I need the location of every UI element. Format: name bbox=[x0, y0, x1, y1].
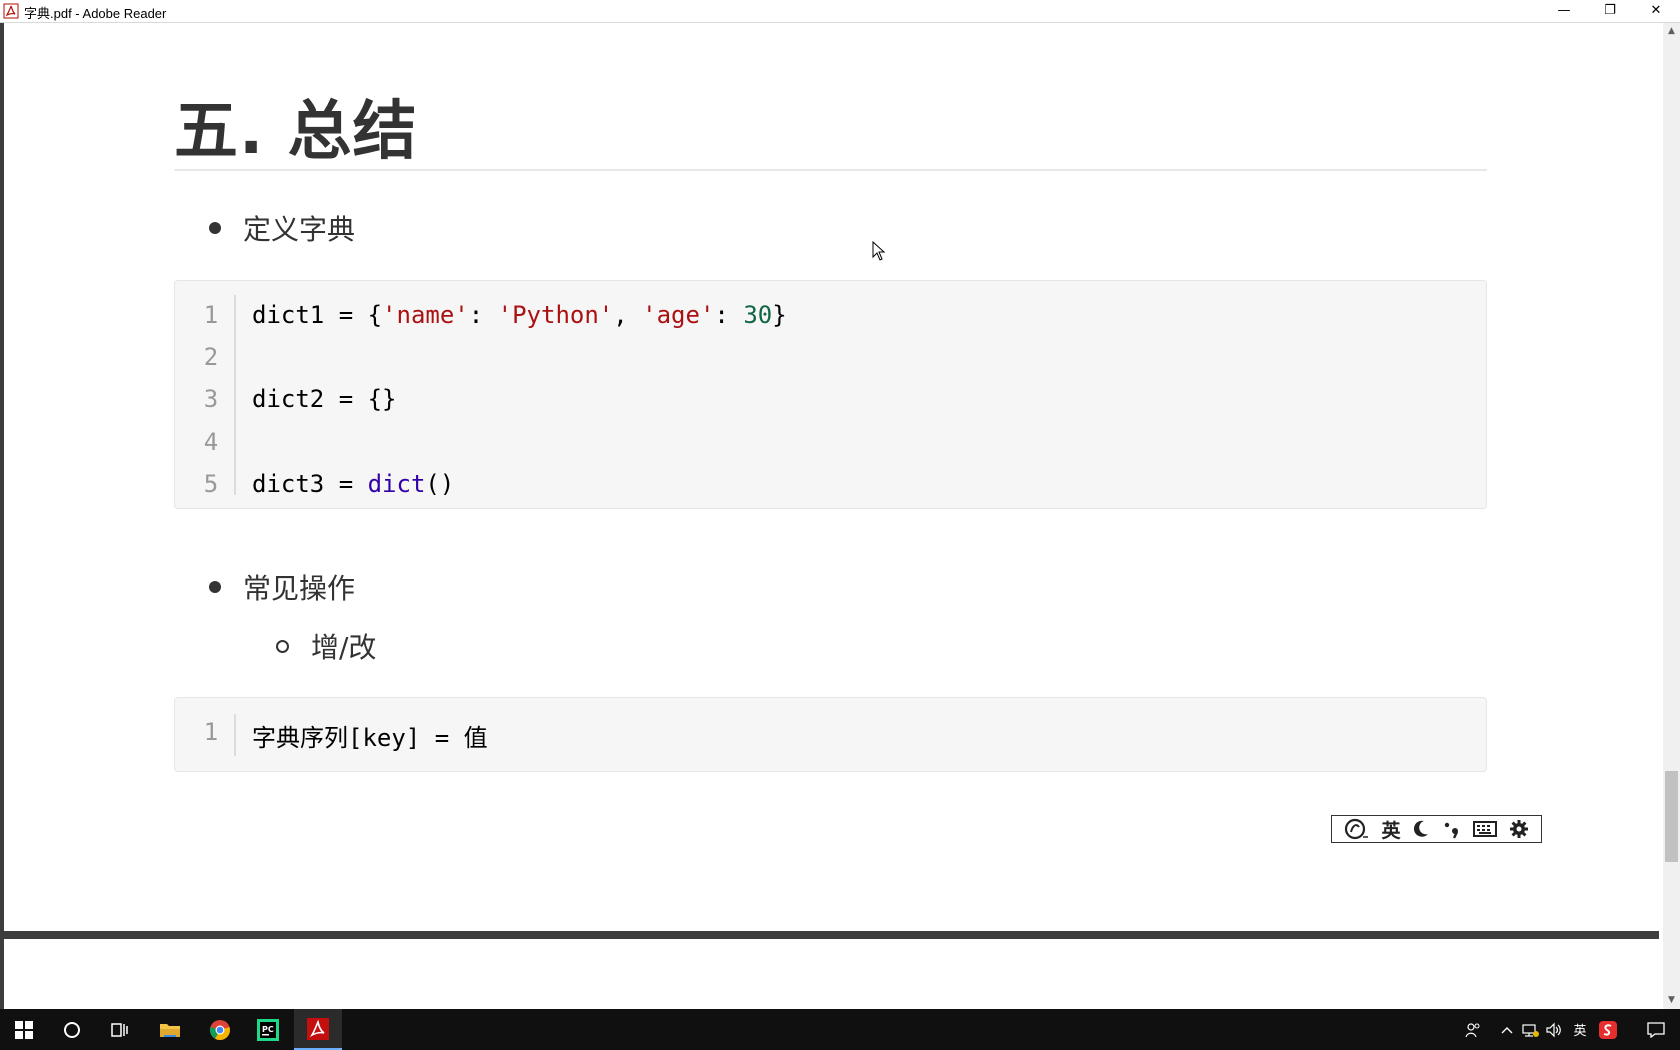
notification-button[interactable] bbox=[1636, 1009, 1676, 1050]
code-line: dict1 = {'name': 'Python', 'age': 30} bbox=[252, 301, 787, 329]
heading-divider bbox=[174, 169, 1487, 171]
line-number: 1 bbox=[203, 718, 219, 746]
vertical-scrollbar[interactable]: ▲ ▼ bbox=[1663, 23, 1680, 1009]
list-item: 常见操作 bbox=[209, 567, 355, 607]
bullet-text: 定义字典 bbox=[243, 213, 356, 246]
ime-mode-toggle[interactable]: 英 bbox=[1381, 816, 1400, 843]
code-token: , bbox=[613, 301, 643, 329]
code-string: 'age' bbox=[642, 301, 715, 329]
file-explorer-button[interactable] bbox=[146, 1009, 194, 1050]
page-heading: 五. 总结 bbox=[174, 95, 418, 169]
pycharm-button[interactable]: PC bbox=[244, 1009, 292, 1050]
line-number: 4 bbox=[203, 428, 219, 456]
start-button[interactable] bbox=[0, 1009, 48, 1050]
svg-text:PC: PC bbox=[262, 1025, 274, 1034]
scroll-down-icon[interactable]: ▼ bbox=[1663, 992, 1680, 1009]
page-separator bbox=[4, 931, 1659, 939]
code-token: : bbox=[468, 301, 498, 329]
line-number: 2 bbox=[203, 343, 219, 371]
chrome-icon bbox=[209, 1019, 230, 1040]
code-token: dict1 = { bbox=[252, 301, 383, 329]
input-language-button[interactable]: 英 bbox=[1568, 1009, 1592, 1050]
windows-start-icon bbox=[15, 1020, 33, 1039]
people-icon bbox=[1465, 1022, 1480, 1037]
moon-icon[interactable] bbox=[1412, 819, 1430, 839]
task-view-button[interactable] bbox=[96, 1009, 144, 1050]
volume-icon bbox=[1546, 1022, 1561, 1037]
code-string: 'name' bbox=[382, 301, 469, 329]
search-icon bbox=[64, 1021, 80, 1038]
close-button[interactable]: ✕ bbox=[1633, 0, 1679, 22]
pdf-page[interactable]: 五. 总结 定义字典 1 2 3 4 5 dict1 = {'name': 'P… bbox=[4, 23, 1659, 931]
code-string: 'Python' bbox=[497, 301, 614, 329]
sogou-tray-icon bbox=[1599, 1020, 1617, 1039]
chevron-up-icon bbox=[1501, 1026, 1513, 1033]
keyboard-icon[interactable] bbox=[1473, 820, 1498, 838]
bullet-icon bbox=[209, 222, 221, 234]
minimize-button[interactable]: — bbox=[1541, 0, 1587, 22]
title-bar: 字典.pdf - Adobe Reader — ❐ ✕ bbox=[0, 0, 1680, 23]
code-number: 30 bbox=[743, 301, 773, 329]
code-builtin: dict bbox=[367, 470, 426, 498]
sub-bullet-icon bbox=[276, 639, 289, 653]
line-number: 1 bbox=[203, 301, 219, 329]
punctuation-icon[interactable] bbox=[1442, 819, 1462, 839]
close-icon: ✕ bbox=[1650, 3, 1662, 18]
adobe-reader-app-icon bbox=[3, 3, 19, 19]
code-block: 1 2 3 4 5 dict1 = {'name': 'Python', 'ag… bbox=[174, 280, 1487, 509]
minimize-icon: — bbox=[1557, 3, 1571, 18]
network-icon bbox=[1522, 1023, 1539, 1037]
sogou-tray-button[interactable] bbox=[1596, 1009, 1620, 1050]
restore-button[interactable]: ❐ bbox=[1587, 0, 1633, 22]
list-item: 增/改 bbox=[276, 626, 376, 666]
line-number: 5 bbox=[203, 470, 219, 498]
bullet-icon bbox=[209, 581, 221, 593]
code-line: dict2 = {} bbox=[252, 385, 397, 413]
gear-icon[interactable] bbox=[1509, 819, 1529, 839]
sogou-logo-icon[interactable] bbox=[1344, 818, 1370, 840]
code-token: } bbox=[772, 301, 787, 329]
pdf-page-next[interactable] bbox=[4, 939, 1659, 1009]
bullet-text: 常见操作 bbox=[243, 572, 356, 605]
volume-button[interactable] bbox=[1543, 1009, 1565, 1050]
notification-icon bbox=[1647, 1021, 1665, 1038]
code-token: () bbox=[425, 470, 455, 498]
search-button[interactable] bbox=[48, 1009, 96, 1050]
scroll-up-icon[interactable]: ▲ bbox=[1663, 23, 1680, 40]
line-number: 3 bbox=[203, 385, 219, 413]
code-gutter-divider bbox=[234, 714, 236, 756]
restore-icon: ❐ bbox=[1604, 3, 1616, 18]
mouse-cursor-icon bbox=[872, 241, 886, 261]
people-button[interactable] bbox=[1460, 1009, 1486, 1050]
bullet-text: 增/改 bbox=[311, 631, 377, 664]
ime-toolbar[interactable]: 英 bbox=[1331, 815, 1542, 843]
code-block: 1 字典序列[key] = 值 bbox=[174, 697, 1487, 772]
code-gutter-divider bbox=[234, 295, 236, 495]
pycharm-icon: PC bbox=[257, 1018, 279, 1041]
code-token: : bbox=[714, 301, 744, 329]
task-view-icon bbox=[111, 1022, 128, 1037]
network-button[interactable] bbox=[1519, 1009, 1541, 1050]
scroll-thumb[interactable] bbox=[1665, 771, 1678, 862]
code-token: dict3 = bbox=[252, 470, 368, 498]
adobe-reader-button[interactable] bbox=[294, 1009, 342, 1050]
taskbar: PC 英 bbox=[0, 1009, 1680, 1050]
list-item: 定义字典 bbox=[209, 208, 355, 248]
chrome-button[interactable] bbox=[196, 1009, 244, 1050]
file-explorer-icon bbox=[160, 1023, 180, 1037]
window-title: 字典.pdf - Adobe Reader bbox=[24, 6, 167, 21]
show-hidden-icons-button[interactable] bbox=[1497, 1009, 1517, 1050]
adobe-reader-icon bbox=[307, 1017, 329, 1040]
code-line: dict3 = dict() bbox=[252, 470, 454, 498]
code-line: 字典序列[key] = 值 bbox=[252, 724, 488, 752]
